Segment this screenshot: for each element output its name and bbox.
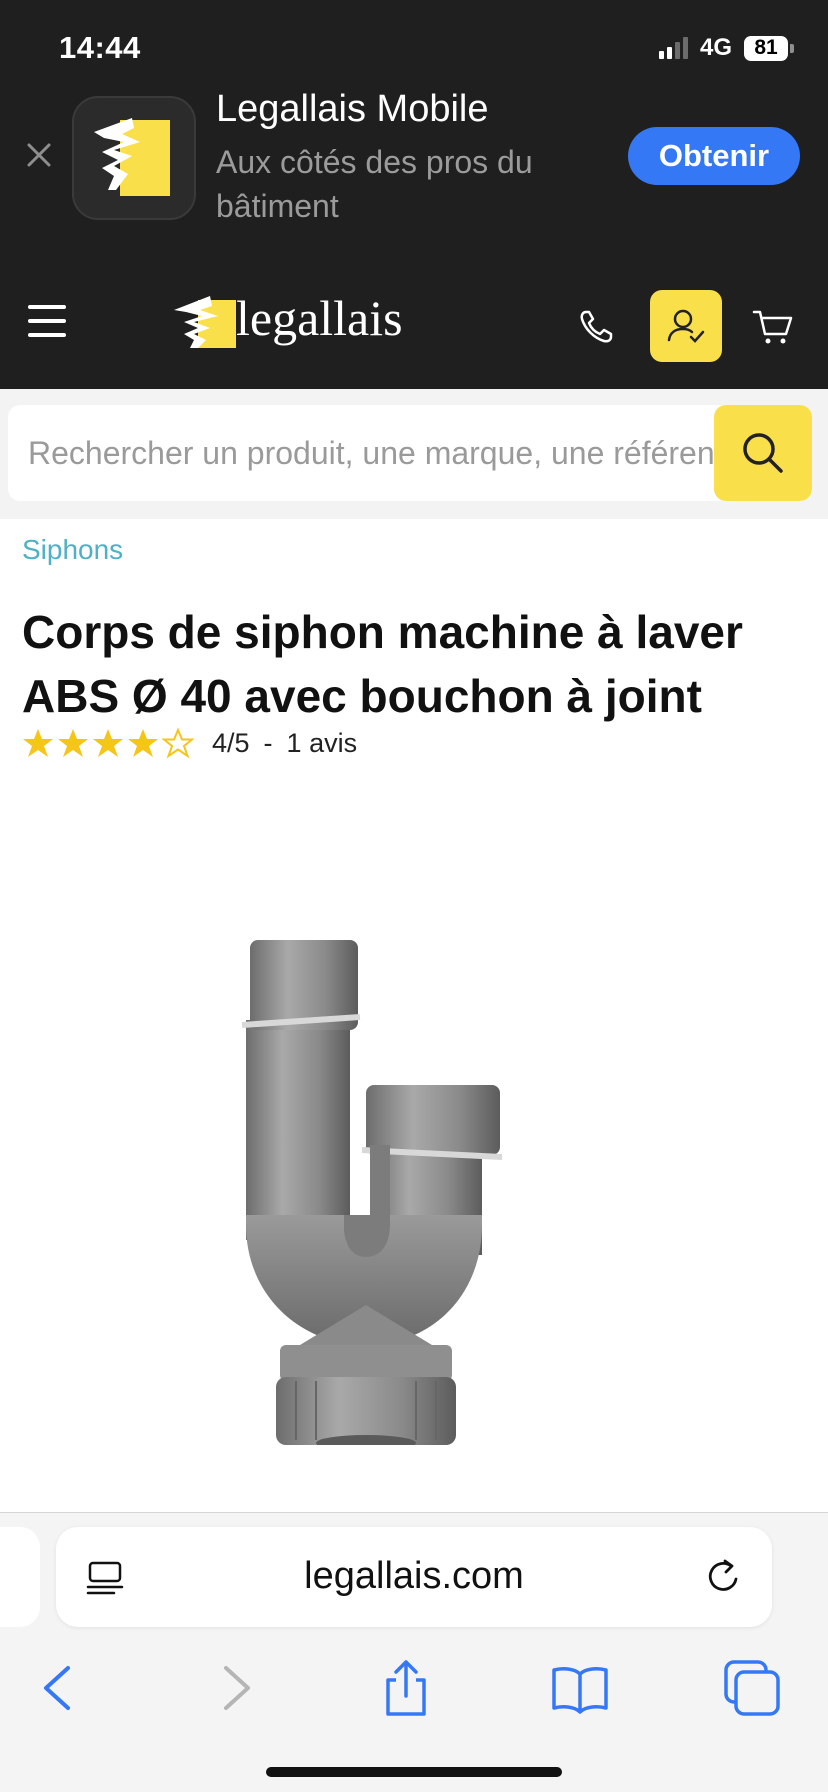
reload-icon[interactable] <box>704 1557 744 1597</box>
product-title: Corps de siphon machine à laver ABS Ø 40… <box>22 606 743 722</box>
battery-level: 81 <box>744 35 788 61</box>
star-filled-icon <box>58 729 88 757</box>
signal-icon <box>658 37 688 59</box>
review-count[interactable]: 1 avis <box>287 728 358 759</box>
cart-icon[interactable] <box>752 308 794 346</box>
logo-text: legallais <box>236 290 403 346</box>
app-name: Legallais Mobile <box>216 88 489 130</box>
rating-score: 4/5 <box>212 727 250 758</box>
user-check-icon <box>667 309 705 343</box>
battery-icon: 81 <box>744 35 794 61</box>
star-filled-icon <box>128 729 158 757</box>
menu-icon[interactable] <box>28 305 66 337</box>
search-input[interactable] <box>8 405 714 501</box>
search-bar <box>8 405 812 501</box>
share-icon[interactable] <box>376 1658 436 1718</box>
product-image[interactable] <box>220 925 600 1445</box>
browser-nav <box>0 1648 828 1728</box>
home-indicator <box>266 1767 562 1777</box>
forward-icon[interactable] <box>206 1658 266 1718</box>
product-rating[interactable]: 4/5 - 1 avis <box>22 727 357 759</box>
search-button[interactable] <box>714 405 812 501</box>
site-logo[interactable]: legallais <box>172 290 403 350</box>
rating-separator: - <box>263 727 273 758</box>
phone-icon[interactable] <box>578 309 614 345</box>
browser-toolbar: legallais.com <box>0 1513 828 1792</box>
network-type: 4G <box>699 34 732 61</box>
back-icon[interactable] <box>28 1658 88 1718</box>
status-time: 14:44 <box>59 30 141 65</box>
star-filled-icon <box>23 729 53 757</box>
search-section <box>0 389 828 519</box>
star-empty-icon <box>162 727 194 759</box>
tabs-icon[interactable] <box>722 1658 782 1718</box>
url-text: legallais.com <box>304 1555 524 1597</box>
previous-tab-preview[interactable] <box>0 1527 40 1627</box>
search-icon <box>743 433 783 473</box>
logo-mark-icon <box>174 296 236 348</box>
app-icon <box>72 96 196 220</box>
bookmarks-icon[interactable] <box>550 1658 610 1718</box>
app-subtitle: Aux côtés des pros du bâtiment <box>216 144 533 224</box>
status-indicators: 4G 81 <box>658 34 794 62</box>
account-button[interactable] <box>650 290 722 362</box>
close-icon[interactable] <box>24 140 54 170</box>
breadcrumb-link[interactable]: Siphons <box>22 534 123 566</box>
rating-stars <box>22 727 194 759</box>
star-filled-icon <box>93 729 123 757</box>
get-app-button[interactable]: Obtenir <box>628 127 800 185</box>
address-bar[interactable]: legallais.com <box>56 1527 772 1627</box>
